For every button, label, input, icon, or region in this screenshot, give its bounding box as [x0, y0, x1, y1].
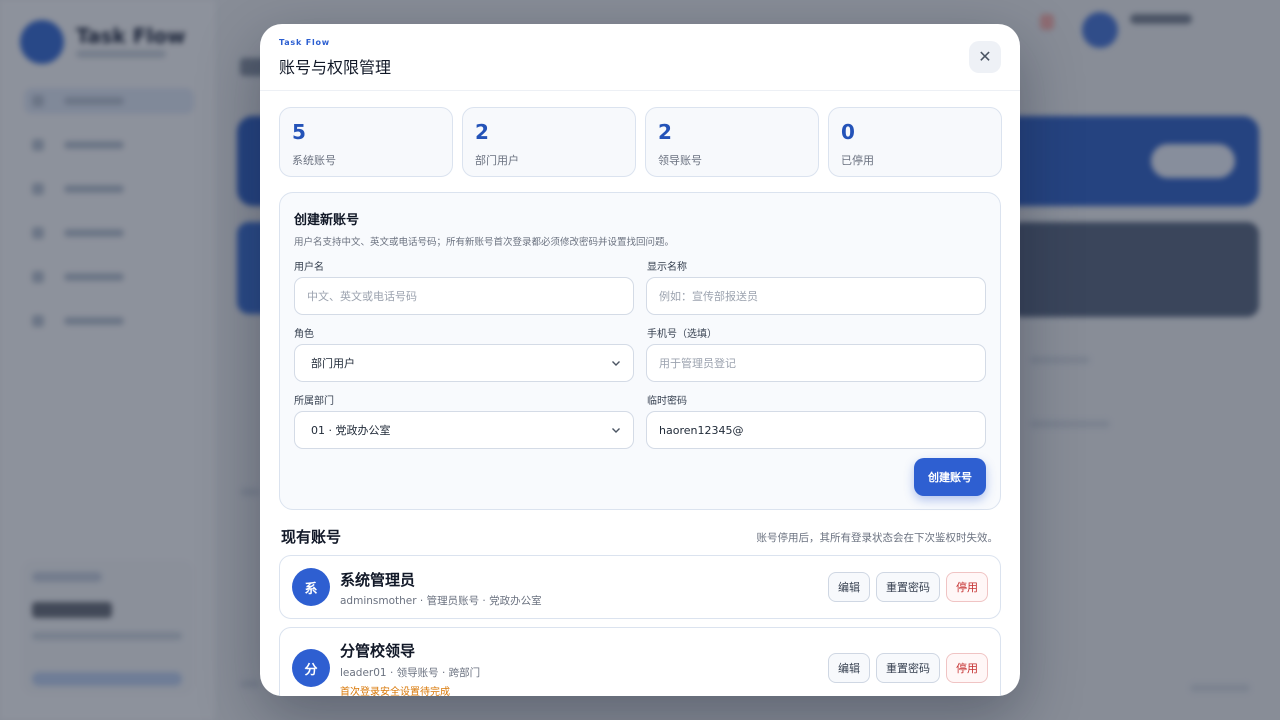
temp-password-label: 临时密码: [647, 396, 687, 407]
close-icon: ✕: [978, 49, 992, 66]
account-card: 系 系统管理员 adminsmother · 管理员账号 · 党政办公室 编辑 …: [279, 555, 1001, 619]
department-select[interactable]: 01 · 党政办公室: [294, 411, 634, 449]
stat-value: 0: [841, 120, 855, 144]
display-name-label: 显示名称: [647, 262, 687, 273]
stat-value: 5: [292, 120, 306, 144]
stat-card-leader-accounts: 2 领导账号: [645, 107, 819, 177]
chevron-down-icon: [611, 358, 621, 371]
department-label: 所属部门: [294, 396, 334, 407]
create-account-button[interactable]: 创建账号: [914, 458, 986, 496]
stat-value: 2: [658, 120, 672, 144]
account-management-modal: Task Flow 账号与权限管理 ✕ 5 系统账号 2 部门用户 2 领导账号…: [260, 24, 1020, 696]
reset-password-button[interactable]: 重置密码: [876, 653, 940, 683]
stat-label: 系统账号: [292, 154, 336, 167]
stat-label: 部门用户: [475, 154, 519, 167]
close-button[interactable]: ✕: [969, 41, 1001, 73]
account-meta: leader01 · 领导账号 · 跨部门: [340, 667, 481, 679]
accounts-section-note: 账号停用后，其所有登录状态会在下次鉴权时失效。: [756, 532, 999, 544]
reset-password-button[interactable]: 重置密码: [876, 572, 940, 602]
role-select[interactable]: 部门用户: [294, 344, 634, 382]
chevron-down-icon: [611, 425, 621, 438]
phone-input[interactable]: [646, 344, 986, 382]
temp-password-input[interactable]: [646, 411, 986, 449]
account-name: 系统管理员: [340, 571, 416, 589]
modal-body: 5 系统账号 2 部门用户 2 领导账号 0 已停用 创建新账号 用户名支持中文…: [260, 91, 1020, 696]
display-name-input[interactable]: [646, 277, 986, 315]
edit-button[interactable]: 编辑: [828, 572, 870, 602]
avatar: 分: [292, 649, 330, 687]
disable-button[interactable]: 停用: [946, 572, 988, 602]
form-description: 用户名支持中文、英文或电话号码；所有新账号首次登录都必须修改密码并设置找回问题。: [294, 237, 675, 248]
account-meta: adminsmother · 管理员账号 · 党政办公室: [340, 595, 542, 607]
account-name: 分管校领导: [340, 642, 416, 660]
stat-card-disabled: 0 已停用: [828, 107, 1002, 177]
username-label: 用户名: [294, 262, 324, 273]
disable-button[interactable]: 停用: [946, 653, 988, 683]
edit-button[interactable]: 编辑: [828, 653, 870, 683]
modal-header: Task Flow 账号与权限管理 ✕: [260, 24, 1020, 91]
role-label: 角色: [294, 329, 314, 340]
avatar: 系: [292, 568, 330, 606]
role-selected-value: 部门用户: [311, 357, 355, 370]
form-title: 创建新账号: [294, 213, 360, 228]
brand-label: Task Flow: [279, 38, 330, 47]
stat-card-system-accounts: 5 系统账号: [279, 107, 453, 177]
username-input[interactable]: [294, 277, 634, 315]
stat-label: 领导账号: [658, 154, 702, 167]
phone-label: 手机号（选填）: [647, 329, 717, 340]
modal-title: 账号与权限管理: [279, 58, 392, 77]
department-selected-value: 01 · 党政办公室: [311, 424, 391, 437]
stats-row: 5 系统账号 2 部门用户 2 领导账号 0 已停用: [279, 107, 1002, 177]
create-account-form: 创建新账号 用户名支持中文、英文或电话号码；所有新账号首次登录都必须修改密码并设…: [279, 192, 1001, 510]
stat-value: 2: [475, 120, 489, 144]
account-warning: 首次登录安全设置待完成: [340, 687, 450, 696]
accounts-section-title: 现有账号: [281, 528, 342, 546]
stat-label: 已停用: [841, 154, 874, 167]
stat-card-department-users: 2 部门用户: [462, 107, 636, 177]
account-card: 分 分管校领导 leader01 · 领导账号 · 跨部门 首次登录安全设置待完…: [279, 627, 1001, 696]
